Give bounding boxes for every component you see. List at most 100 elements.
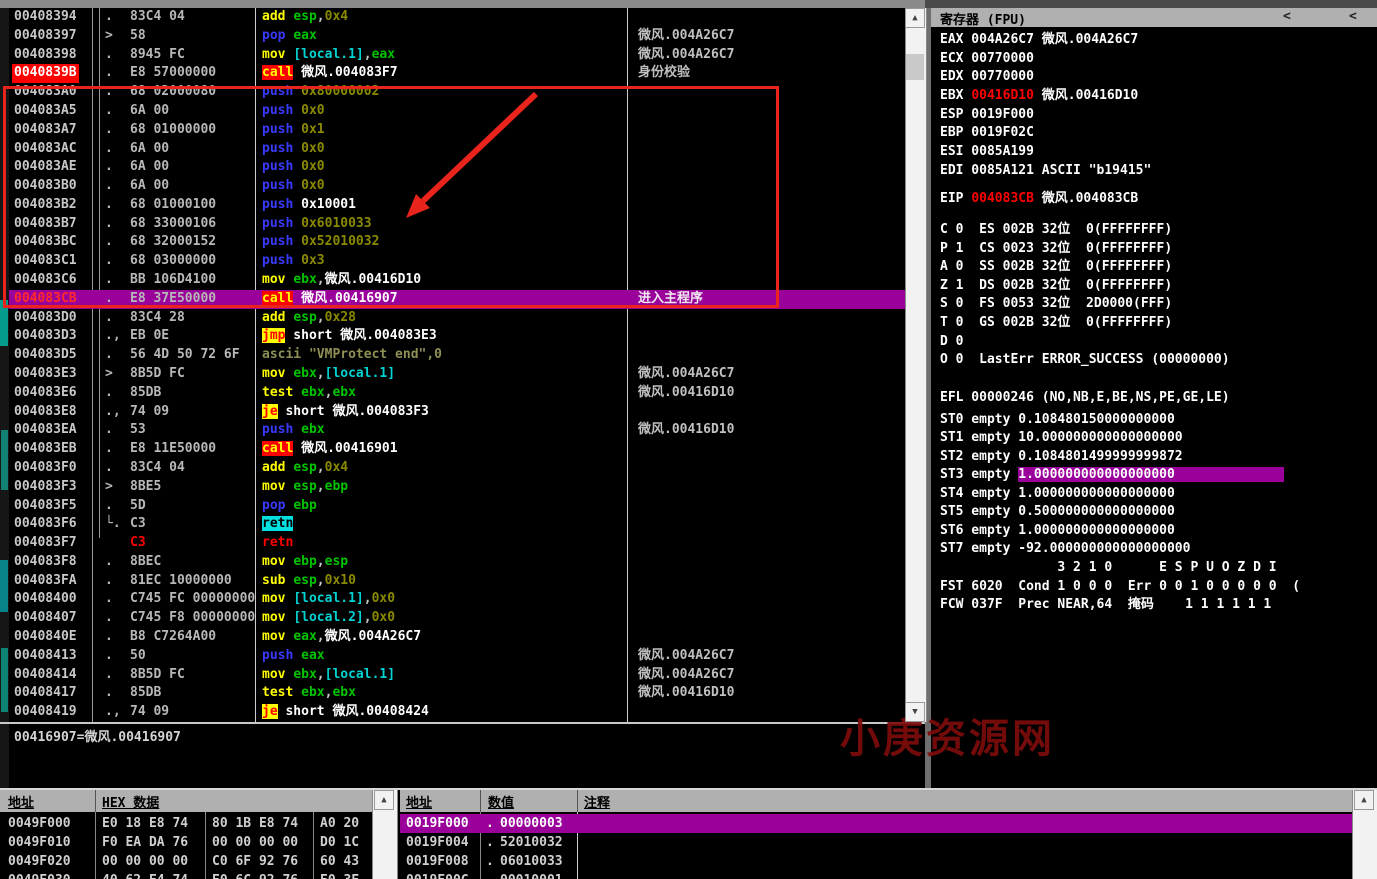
stack-row[interactable]: 0019F000.00000003 [400, 814, 1352, 833]
disasm-row[interactable]: 004083EB.E8 11E50000call 微风.00416901 [9, 440, 905, 459]
disasm-row[interactable]: 0040840E.B8 C7264A00mov eax,微风.004A26C7 [9, 628, 905, 647]
stack-pane[interactable]: 0019F000.000000030019F004.520100320019F0… [400, 812, 1352, 879]
hexdump-row[interactable]: 0049F010F0 EA DA 7600 00 00 00D0 1C [0, 833, 372, 852]
stack-row[interactable]: 0019F008.06010033 [400, 852, 1352, 871]
scroll-up-button[interactable]: ▲ [905, 8, 925, 28]
stack-row[interactable]: 0019F00C.00010001 [400, 871, 1352, 879]
hexdump-header-addr[interactable]: 地址 [8, 792, 34, 811]
register-line[interactable]: D 0 [940, 332, 963, 351]
disasm-row[interactable]: 00408397>58pop eax微风.004A26C7 [9, 27, 905, 46]
instruction-text: push eax [262, 647, 325, 666]
register-line[interactable]: EFL 00000246 (NO,NB,E,BE,NS,PE,GE,LE) [940, 388, 1230, 407]
disasm-row[interactable]: 004083B0.6A 00push 0x0 [9, 177, 905, 196]
register-line[interactable]: ST7 empty -92.000000000000000000 [940, 539, 1190, 558]
disasm-row[interactable]: 00408413.50push eax微风.004A26C7 [9, 647, 905, 666]
machine-code-bytes: E8 11E50000 [130, 440, 256, 459]
disasm-row[interactable]: 004083F0.83C4 04add esp,0x4 [9, 459, 905, 478]
disasm-row[interactable]: 004083C1.68 03000000push 0x3 [9, 252, 905, 271]
hexdump-row[interactable]: 0049F02000 00 00 00C0 6F 92 7660 43 [0, 852, 372, 871]
hexdump-row[interactable]: 0049F03040 62 E4 74E0 6C 92 76E0 3F [0, 871, 372, 879]
info-pane-text: 00416907=微风.00416907 [14, 726, 181, 745]
register-line[interactable]: Z 1 DS 002B 32位 0(FFFFFFFF) [940, 276, 1172, 295]
register-line[interactable]: FCW 037F Prec NEAR,64 掩码 1 1 1 1 1 1 [940, 595, 1271, 614]
disasm-row[interactable]: 004083CB.E8 37E50000call 微风.00416907进入主程… [9, 290, 905, 309]
disasm-row[interactable]: 004083F7C3retn [9, 534, 905, 553]
register-line[interactable]: P 1 CS 0023 32位 0(FFFFFFFF) [940, 239, 1172, 258]
stack-header-comment[interactable]: 注释 [584, 792, 610, 811]
register-line[interactable]: O 0 LastErr ERROR_SUCCESS (00000000) [940, 350, 1230, 369]
collapse-right-icon[interactable]: < [1349, 9, 1357, 24]
register-line[interactable]: C 0 ES 002B 32位 0(FFFFFFFF) [940, 220, 1172, 239]
disasm-row[interactable]: 00408407.C745 F8 00000000mov [local.2],0… [9, 609, 905, 628]
register-line[interactable]: ECX 00770000 [940, 49, 1034, 68]
disasm-row[interactable]: 004083A5.6A 00push 0x0 [9, 102, 905, 121]
disasm-row[interactable]: 004083F5.5Dpop ebp [9, 497, 905, 516]
register-line[interactable]: ST2 empty 0.1084801499999999872 [940, 447, 1183, 466]
disasm-scrollbar[interactable] [905, 8, 927, 722]
register-line[interactable]: A 0 SS 002B 32位 0(FFFFFFFF) [940, 257, 1172, 276]
register-line[interactable]: ESI 0085A199 [940, 142, 1034, 161]
disasm-row[interactable]: 004083BC.68 32000152push 0x52010032 [9, 233, 905, 252]
disasm-row[interactable]: 004083E8.,74 09je short 微风.004083F3 [9, 403, 905, 422]
disasm-row[interactable]: 004083FA.81EC 10000000sub esp,0x10 [9, 572, 905, 591]
register-line[interactable]: EBP 0019F02C [940, 123, 1034, 142]
header-divider [480, 790, 481, 812]
register-line[interactable]: 3 2 1 0 E S P U O Z D I [940, 558, 1277, 577]
register-line[interactable]: S 0 FS 0053 32位 2D0000(FFF) [940, 294, 1172, 313]
disasm-row[interactable]: 004083E6.85DBtest ebx,ebx微风.00416D10 [9, 384, 905, 403]
disasm-row[interactable]: 00408400.C745 FC 00000000mov [local.1],0… [9, 590, 905, 609]
disasm-row[interactable]: 00408414.8B5D FCmov ebx,[local.1]微风.004A… [9, 666, 905, 685]
token: 0x0 [301, 141, 324, 156]
hexdump-pane[interactable]: 0049F000E0 18 E8 7480 1B E8 74A0 200049F… [0, 812, 372, 879]
disassembly-pane[interactable]: 00408394.83C4 04add esp,0x400408397>58po… [9, 8, 905, 722]
register-line[interactable]: ESP 0019F000 [940, 105, 1034, 124]
register-line[interactable]: EAX 004A26C7 微风.004A26C7 [940, 30, 1138, 49]
scroll-up-button[interactable]: ▲ [1354, 790, 1374, 810]
scroll-down-button[interactable]: ▼ [905, 702, 925, 722]
token: O 0 LastErr ERROR_SUCCESS (00000000) [940, 352, 1230, 367]
register-line[interactable]: ST6 empty 1.000000000000000000 [940, 521, 1175, 540]
disasm-row[interactable]: 00408394.83C4 04add esp,0x4 [9, 8, 905, 27]
stack-header-value[interactable]: 数值 [488, 792, 514, 811]
disasm-row[interactable]: 00408419.,74 09je short 微风.00408424 [9, 703, 905, 722]
register-line[interactable]: ST1 empty 10.000000000000000000 [940, 428, 1183, 447]
stack-row[interactable]: 0019F004.52010032 [400, 833, 1352, 852]
disasm-row[interactable]: 004083F8.8BECmov ebp,esp [9, 553, 905, 572]
flow-prefix: . [105, 215, 113, 234]
register-line[interactable]: ST3 empty 1.000000000000000000 [940, 465, 1284, 484]
register-line[interactable]: EIP 004083CB 微风.004083CB [940, 189, 1138, 208]
disasm-row[interactable]: 004083F3>8BE5mov esp,ebp [9, 478, 905, 497]
disasm-row[interactable]: 004083E3>8B5D FCmov ebx,[local.1]微风.004A… [9, 365, 905, 384]
disasm-row[interactable]: 0040839B.E8 57000000call 微风.004083F7身份校验 [9, 64, 905, 83]
hexdump-header-data[interactable]: HEX 数据 [102, 792, 159, 811]
register-line[interactable]: EBX 00416D10 微风.00416D10 [940, 86, 1138, 105]
disasm-row[interactable]: 004083C6.BB 106D4100mov ebx,微风.00416D10 [9, 271, 905, 290]
disasm-row[interactable]: 004083AC.6A 00push 0x0 [9, 140, 905, 159]
register-line[interactable]: EDX 00770000 [940, 67, 1034, 86]
register-line[interactable]: ST4 empty 1.000000000000000000 [940, 484, 1175, 503]
stack-separator-dot: . [486, 871, 494, 879]
registers-pane[interactable]: EAX 004A26C7 微风.004A26C7ECX 00770000EDX … [931, 27, 1377, 788]
disasm-row[interactable]: 004083AE.6A 00push 0x0 [9, 158, 905, 177]
scroll-up-button[interactable]: ▲ [374, 790, 394, 810]
register-line[interactable]: EDI 0085A121 ASCII "b19415" [940, 161, 1151, 180]
register-line[interactable]: T 0 GS 002B 32位 0(FFFFFFFF) [940, 313, 1172, 332]
disasm-row[interactable]: 00408398.8945 FCmov [local.1],eax微风.004A… [9, 46, 905, 65]
disasm-row[interactable]: 004083D3.,EB 0Ejmp short 微风.004083E3 [9, 327, 905, 346]
register-line[interactable]: ST5 empty 0.500000000000000000 [940, 502, 1175, 521]
disasm-row[interactable]: 004083D5.56 4D 50 72 6Fascii "VMProtect … [9, 346, 905, 365]
disasm-row[interactable]: 004083A7.68 01000000push 0x1 [9, 121, 905, 140]
register-line[interactable]: FST 6020 Cond 1 0 0 0 Err 0 0 1 0 0 0 0 … [940, 577, 1300, 596]
disasm-row[interactable]: 004083B7.68 33000106push 0x6010033 [9, 215, 905, 234]
hexdump-row[interactable]: 0049F000E0 18 E8 7480 1B E8 74A0 20 [0, 814, 372, 833]
disasm-row[interactable]: 004083F6└.C3retn [9, 515, 905, 534]
disasm-row[interactable]: 004083EA.53push ebx微风.00416D10 [9, 421, 905, 440]
collapse-left-icon[interactable]: < [1283, 9, 1291, 24]
register-line[interactable]: ST0 empty 0.108480150000000000 [940, 410, 1175, 429]
stack-header-addr[interactable]: 地址 [406, 792, 432, 811]
disasm-scroll-thumb[interactable] [906, 54, 924, 80]
disasm-row[interactable]: 00408417.85DBtest ebx,ebx微风.00416D10 [9, 684, 905, 703]
disasm-row[interactable]: 004083D0.83C4 28add esp,0x28 [9, 309, 905, 328]
disasm-row[interactable]: 004083B2.68 01000100push 0x10001 [9, 196, 905, 215]
disasm-row[interactable]: 004083A0.68 02000080push 0x80000002 [9, 83, 905, 102]
